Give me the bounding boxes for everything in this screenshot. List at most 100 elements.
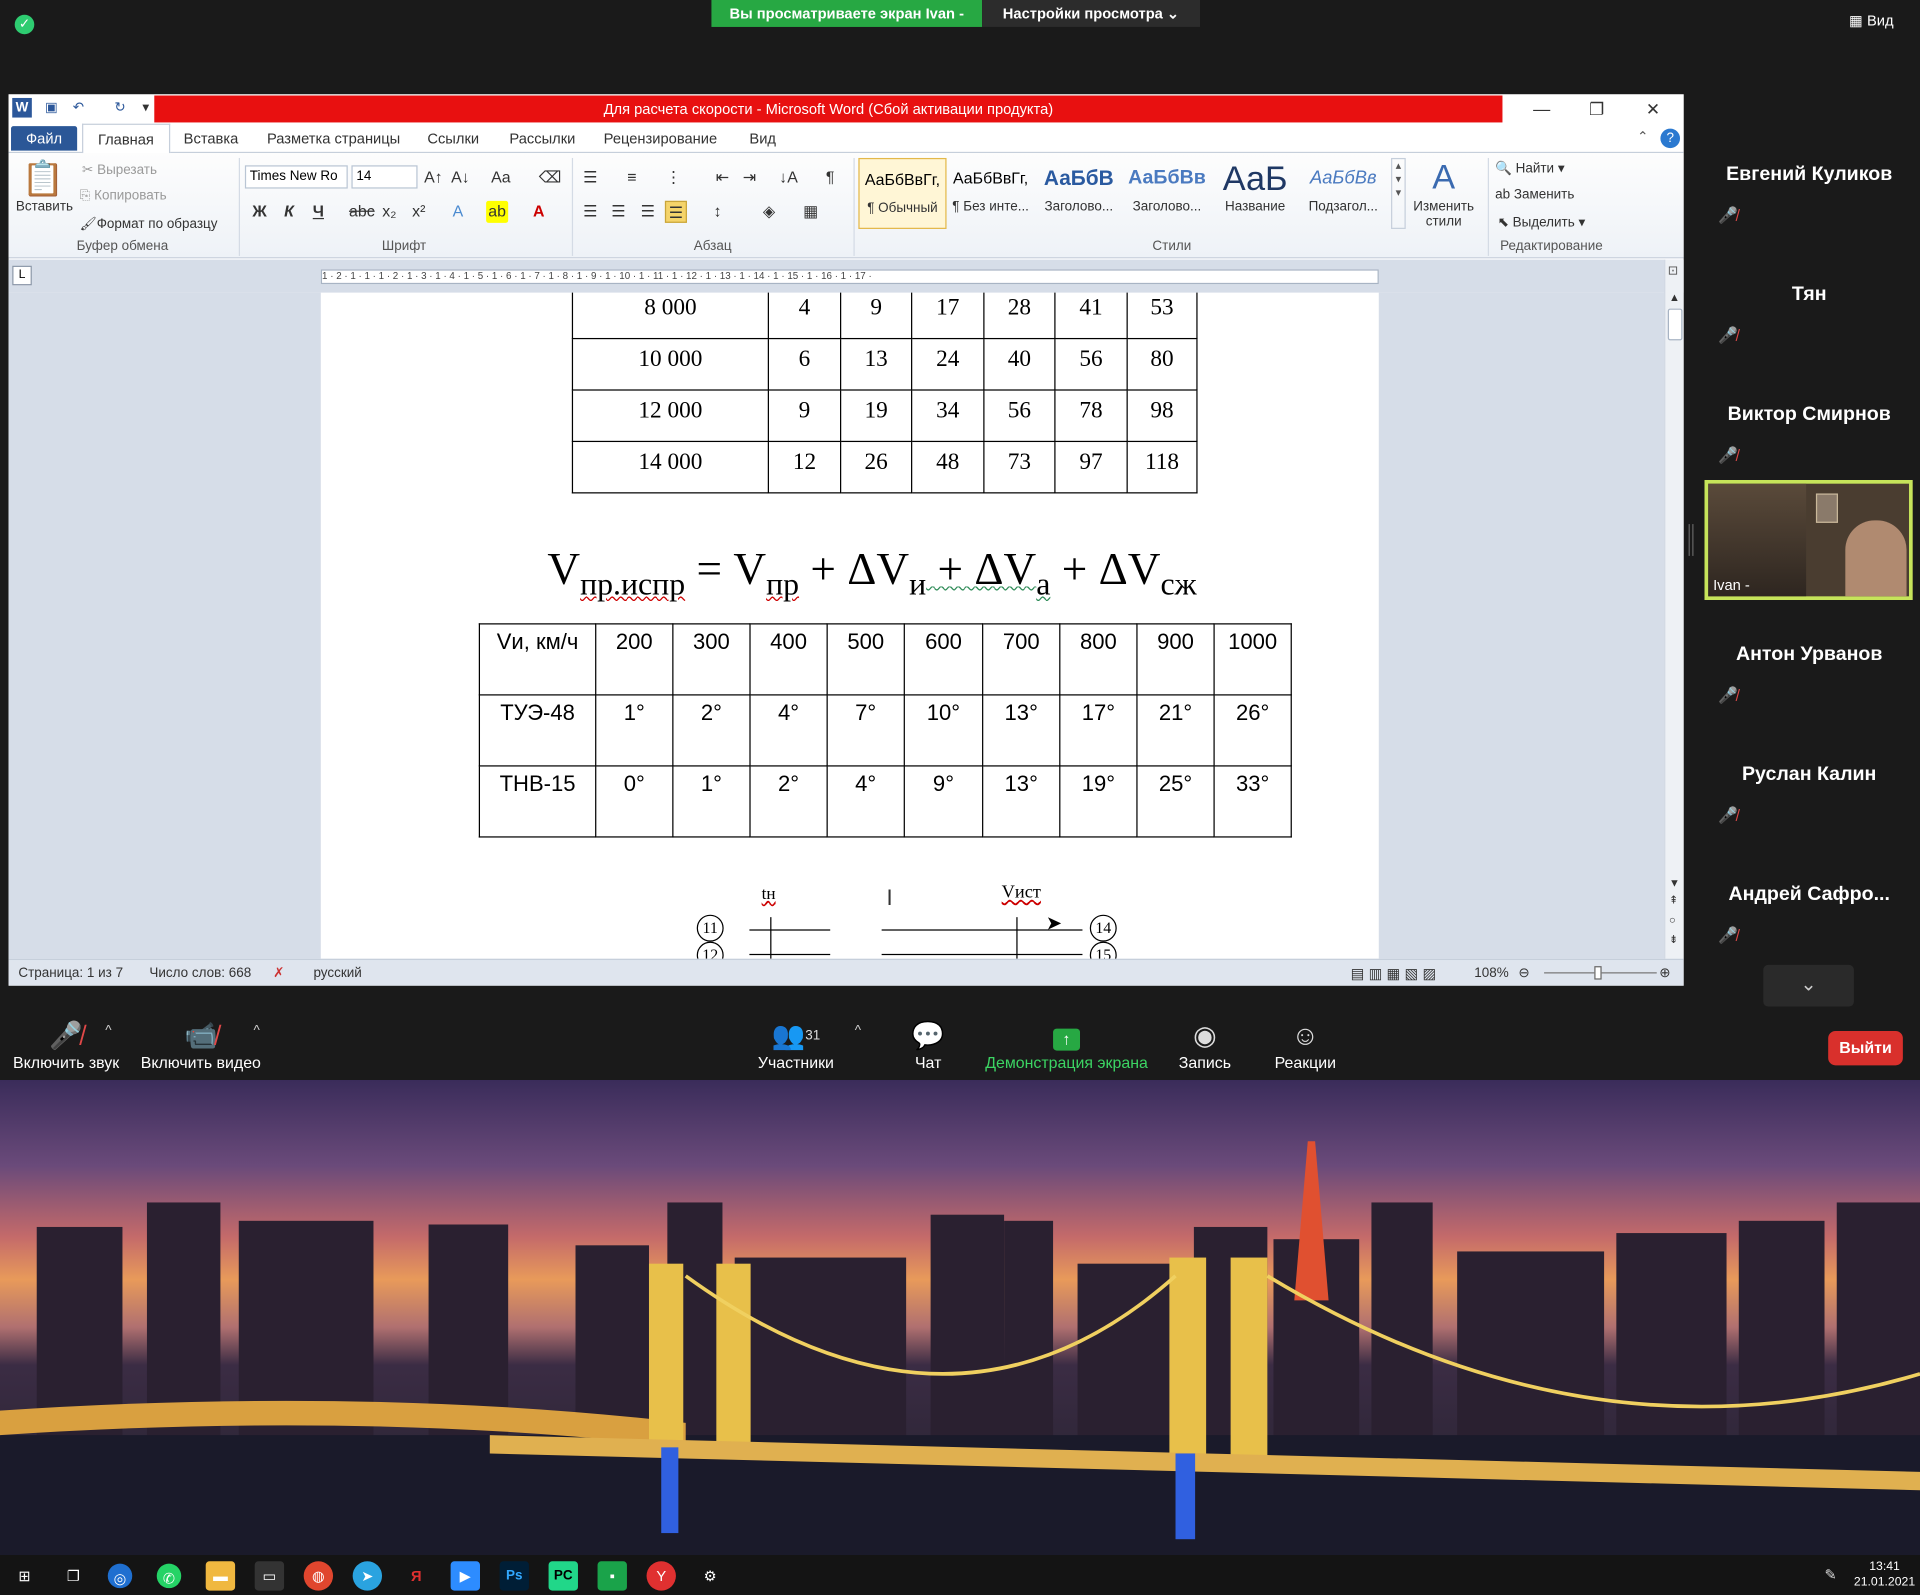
table-cell[interactable]: 2° bbox=[672, 694, 751, 767]
clock[interactable]: 13:41 21.01.2021 bbox=[1854, 1559, 1915, 1591]
shrink-font-icon[interactable]: A↓ bbox=[449, 167, 471, 189]
justify-icon[interactable]: ☰ bbox=[664, 200, 687, 223]
table-header-cell[interactable]: 800 bbox=[1059, 623, 1138, 696]
participants-scroll-down[interactable]: ⌄ bbox=[1763, 964, 1854, 1007]
scroll-thumb[interactable] bbox=[1667, 308, 1683, 341]
reactions-button[interactable]: ☺ Реакции bbox=[1266, 1019, 1344, 1071]
table-cell[interactable]: 80 bbox=[1126, 337, 1198, 391]
tab-mailings[interactable]: Рассылки bbox=[504, 124, 580, 153]
table-header-cell[interactable]: 200 bbox=[595, 623, 674, 696]
format-painter-button[interactable]: 🖌Формат по образцу bbox=[80, 216, 218, 232]
participant-tile[interactable]: Андрей Сафро... 🎤̸ bbox=[1708, 842, 1911, 953]
tab-file[interactable]: Файл bbox=[11, 126, 78, 151]
table-cell[interactable]: 2° bbox=[749, 765, 828, 838]
proofing-icon[interactable]: ✗ bbox=[273, 960, 284, 986]
table-cell[interactable]: 4 bbox=[767, 292, 842, 340]
table-cell[interactable]: 33° bbox=[1213, 765, 1292, 838]
browse-object-icon[interactable]: ○ bbox=[1669, 913, 1676, 925]
table-cell[interactable]: 14 000 bbox=[571, 440, 769, 494]
zoom-out-icon[interactable]: ⊖ bbox=[1518, 960, 1529, 986]
table-cell[interactable]: 10 000 bbox=[571, 337, 769, 391]
video-options-icon[interactable]: ^ bbox=[253, 1024, 259, 1039]
vertical-scrollbar[interactable]: ⊡ ▲ ▼ ⇞ ○ ⇟ bbox=[1664, 259, 1684, 959]
table-cell[interactable]: 4° bbox=[826, 765, 905, 838]
table-header-cell[interactable]: 500 bbox=[826, 623, 905, 696]
change-case-icon[interactable]: Aa bbox=[490, 167, 512, 189]
scroll-down-icon[interactable]: ▼ bbox=[1669, 877, 1680, 889]
undo-icon[interactable]: ↶ bbox=[69, 98, 89, 118]
change-styles-button[interactable]: A Изменить стили bbox=[1409, 158, 1478, 229]
yandex-browser-icon[interactable]: Y bbox=[646, 1561, 676, 1591]
close-icon[interactable]: ✕ bbox=[1631, 97, 1675, 121]
bullets-icon[interactable]: ☰ bbox=[579, 167, 601, 189]
horizontal-ruler[interactable]: 1 · 2 · 1 · 1 · 1 · 2 · 1 · 3 · 1 · 4 · … bbox=[320, 269, 1379, 285]
table-header-cell[interactable]: 700 bbox=[982, 623, 1061, 696]
participant-tile[interactable]: Руслан Калин 🎤̸ bbox=[1708, 722, 1911, 833]
tab-home[interactable]: Главная bbox=[82, 123, 170, 155]
align-left-icon[interactable]: ☰ bbox=[579, 201, 601, 223]
table-cell[interactable]: 21° bbox=[1136, 694, 1215, 767]
decrease-indent-icon[interactable]: ⇤ bbox=[711, 167, 733, 189]
table-cell[interactable]: 0° bbox=[595, 765, 674, 838]
table-cell[interactable]: 7° bbox=[826, 694, 905, 767]
zoom-icon[interactable]: ▶ bbox=[450, 1561, 481, 1591]
whatsapp-icon[interactable]: ✆ bbox=[156, 1563, 182, 1589]
table-cell[interactable]: 8 000 bbox=[571, 292, 769, 340]
view-settings-button[interactable]: Настройки просмотра ⌄ bbox=[982, 0, 1201, 27]
table-cell[interactable]: 10° bbox=[903, 694, 984, 767]
settings-icon[interactable]: ⚙ bbox=[696, 1561, 725, 1590]
ruler-toggle-icon[interactable]: ⊡ bbox=[1668, 264, 1678, 277]
photoshop-icon[interactable]: Ps bbox=[499, 1561, 529, 1591]
tab-review[interactable]: Рецензирование bbox=[599, 124, 722, 153]
table-cell[interactable]: ТНВ-15 bbox=[478, 765, 597, 838]
table-cell[interactable]: 97 bbox=[1054, 440, 1128, 494]
zoom-in-icon[interactable]: ⊕ bbox=[1659, 960, 1670, 986]
save-icon[interactable]: ▣ bbox=[42, 98, 62, 118]
table-cell[interactable]: 78 bbox=[1054, 389, 1128, 443]
pycharm-icon[interactable]: PC bbox=[548, 1561, 578, 1591]
yandex-icon[interactable]: Я bbox=[402, 1561, 431, 1590]
table-cell[interactable]: 9 bbox=[767, 389, 842, 443]
language[interactable]: русский bbox=[313, 960, 361, 986]
clear-format-icon[interactable]: ⌫ bbox=[539, 167, 562, 189]
table-header-cell[interactable]: 900 bbox=[1136, 623, 1215, 696]
table-cell[interactable]: 19 bbox=[840, 389, 913, 443]
align-right-icon[interactable]: ☰ bbox=[637, 201, 659, 223]
table-cell[interactable]: 24 bbox=[911, 337, 985, 391]
participant-tile[interactable]: Евгений Куликов 🎤̸ bbox=[1708, 122, 1911, 233]
select-button[interactable]: ⬉ Выделить ▾ bbox=[1498, 214, 1586, 231]
table-cell[interactable]: 56 bbox=[1054, 337, 1128, 391]
table-cell[interactable]: 118 bbox=[1126, 440, 1198, 494]
cut-button[interactable]: ✂ Вырезать bbox=[82, 162, 157, 178]
tab-selector-icon[interactable]: L bbox=[12, 265, 32, 286]
participant-tile[interactable]: Тян 🎤̸ bbox=[1708, 242, 1911, 353]
table-header-cell[interactable]: 300 bbox=[672, 623, 751, 696]
start-icon[interactable]: ⊞ bbox=[10, 1561, 39, 1590]
page-count[interactable]: Страница: 1 из 7 bbox=[18, 960, 123, 986]
view-button[interactable]: ▦ Вид bbox=[1849, 12, 1894, 29]
participants-button[interactable]: 👥31 Участники bbox=[749, 1019, 842, 1071]
panel-resize-handle[interactable] bbox=[1688, 524, 1694, 556]
word-count[interactable]: Число слов: 668 bbox=[149, 960, 251, 986]
app-icon[interactable]: ◎ bbox=[107, 1563, 133, 1589]
chrome-icon[interactable]: ◍ bbox=[303, 1561, 334, 1591]
table-cell[interactable]: 48 bbox=[911, 440, 985, 494]
table-cell[interactable]: 4° bbox=[749, 694, 828, 767]
table-cell[interactable]: 28 bbox=[983, 292, 1056, 340]
table-cell[interactable]: 12 000 bbox=[571, 389, 769, 443]
font-color-icon[interactable]: A bbox=[528, 201, 550, 223]
help-icon[interactable]: ? bbox=[1660, 128, 1681, 149]
document-page[interactable]: 8 000 4 9 17 28 41 53 10 000 6 13 24 40 56 80 12 000 9 1… bbox=[320, 292, 1379, 959]
file-explorer-icon[interactable]: ▬ bbox=[205, 1561, 236, 1591]
table-cell[interactable]: 13° bbox=[982, 765, 1061, 838]
table-cell[interactable]: 25° bbox=[1136, 765, 1215, 838]
highlight-icon[interactable]: ab bbox=[486, 200, 509, 223]
table-header-cell[interactable]: 1000 bbox=[1213, 623, 1292, 696]
increase-indent-icon[interactable]: ⇥ bbox=[738, 167, 760, 189]
strikethrough-icon[interactable]: abc bbox=[349, 201, 375, 223]
table-cell[interactable]: 56 bbox=[983, 389, 1056, 443]
participants-options-icon[interactable]: ^ bbox=[855, 1024, 861, 1039]
table-cell[interactable]: 98 bbox=[1126, 389, 1198, 443]
tab-page-layout[interactable]: Разметка страницы bbox=[262, 124, 405, 153]
bold-icon[interactable]: Ж bbox=[249, 201, 271, 223]
